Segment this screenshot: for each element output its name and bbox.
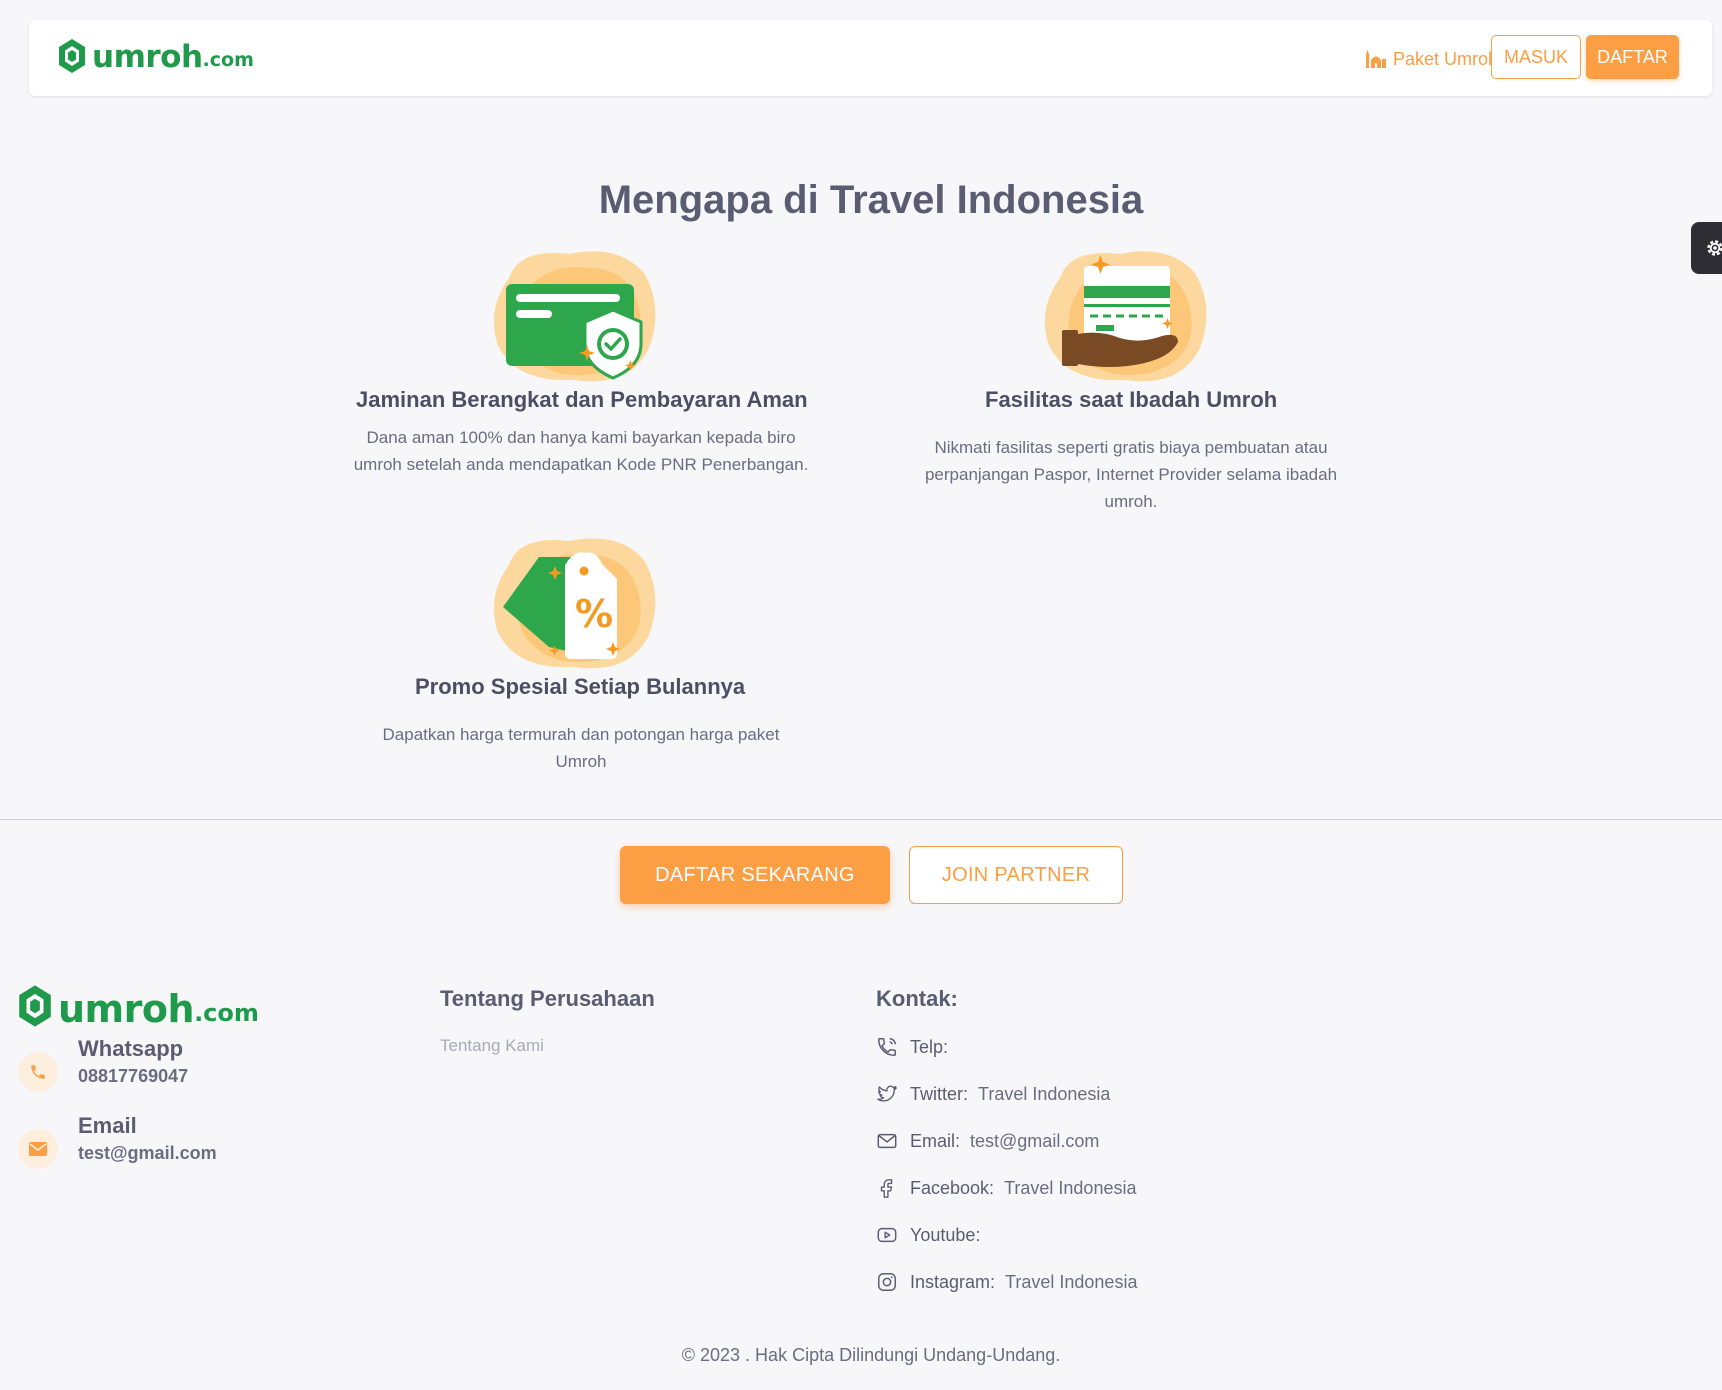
contact-value[interactable]: Travel Indonesia (1004, 1178, 1136, 1199)
footer-logo[interactable]: umroh .com (18, 982, 259, 1030)
instagram-icon (878, 1273, 896, 1291)
gear-icon (1707, 240, 1722, 256)
contact-label: Email: (910, 1130, 961, 1151)
feature-desc: Nikmati fasilitas seperti gratis biaya p… (934, 438, 1328, 457)
feature-desc: umroh. (1104, 492, 1158, 511)
whatsapp-title: Whatsapp (78, 1036, 184, 1061)
contact-facebook: Facebook: Travel Indonesia (876, 1175, 1136, 1201)
youtube-icon (877, 1227, 897, 1243)
daftar-sekarang-button[interactable]: DAFTAR SEKARANG (620, 846, 890, 904)
tentang-kami-link[interactable]: Tentang Kami (440, 1036, 544, 1056)
contact-label: Facebook: (910, 1177, 995, 1198)
logo-word: umroh (58, 987, 195, 1031)
nav-paket-umroh[interactable]: Paket Umroh (1365, 46, 1498, 72)
contact-twitter: Twitter: Travel Indonesia (876, 1081, 1110, 1107)
payment-card-shield-icon (493, 251, 656, 382)
twitter-icon (877, 1085, 897, 1102)
footer-email: Email test@gmail.com (18, 1113, 217, 1169)
copyright-text: © 2023 . Hak Cipta Dilindungi Undang-Und… (681, 1345, 1061, 1365)
facebook-icon (880, 1179, 893, 1198)
mail-icon (18, 1129, 58, 1169)
email-title: Email (78, 1113, 137, 1138)
feature-desc: perpanjangan Paspor, Internet Provider s… (924, 465, 1338, 484)
whatsapp-number[interactable]: 08817769047 (78, 1062, 188, 1090)
phone-icon (878, 1038, 896, 1056)
contact-label: Twitter: (910, 1083, 969, 1104)
header-logo[interactable]: umroh .com (58, 38, 254, 74)
logo-domain: .com (202, 49, 254, 71)
mosque-icon (1366, 50, 1386, 68)
section-divider (0, 819, 1722, 820)
contact-value[interactable]: Travel Indonesia (978, 1084, 1110, 1105)
discount-tag-icon: % (493, 538, 656, 669)
logo-hexagon-icon (19, 985, 51, 1027)
feature-title: Fasilitas saat Ibadah Umroh (985, 387, 1278, 412)
feature-desc: Dapatkan harga termurah dan potongan har… (382, 725, 780, 744)
contact-label: Instagram: (910, 1271, 996, 1292)
feature-title: Jaminan Berangkat dan Pembayaran Aman (356, 387, 808, 412)
contact-column-title: Kontak: (876, 986, 958, 1011)
contact-telp: Telp: (876, 1034, 958, 1060)
email-address[interactable]: test@gmail.com (78, 1139, 217, 1167)
feature-desc: umroh setelah anda mendapatkan Kode PNR … (353, 455, 809, 474)
contact-instagram: Instagram: Travel Indonesia (876, 1269, 1137, 1295)
logo-domain: .com (194, 999, 259, 1027)
contact-label: Telp: (910, 1036, 949, 1057)
masuk-button[interactable]: MASUK (1491, 35, 1581, 79)
settings-toggle[interactable] (1691, 222, 1722, 274)
footer-whatsapp: Whatsapp 08817769047 (18, 1036, 188, 1092)
feature-desc: Umroh (555, 752, 607, 771)
contact-label: Youtube: (910, 1224, 981, 1245)
mail-icon (877, 1133, 897, 1149)
contact-youtube: Youtube: (876, 1222, 990, 1248)
daftar-button[interactable]: DAFTAR (1586, 35, 1679, 79)
section-title: Mengapa di Travel Indonesia (598, 178, 1144, 222)
tag-symbol: % (575, 592, 613, 636)
join-partner-button[interactable]: JOIN PARTNER (909, 846, 1123, 904)
top-navbar: umroh .com Paket Umroh MASUK DAFTAR (29, 20, 1712, 96)
feature-desc: Dana aman 100% dan hanya kami bayarkan k… (366, 428, 796, 447)
contact-value[interactable]: test@gmail.com (970, 1131, 1099, 1152)
contact-email: Email: test@gmail.com (876, 1128, 1099, 1154)
hand-ticket-icon (1044, 251, 1207, 382)
phone-icon (18, 1052, 58, 1092)
nav-paket-label: Paket Umroh (1393, 48, 1499, 69)
company-column-title: Tentang Perusahaan (440, 986, 655, 1011)
contact-value[interactable]: Travel Indonesia (1005, 1272, 1137, 1293)
feature-title: Promo Spesial Setiap Bulannya (415, 674, 746, 699)
logo-word: umroh (92, 39, 203, 75)
logo-hexagon-icon (59, 39, 85, 73)
